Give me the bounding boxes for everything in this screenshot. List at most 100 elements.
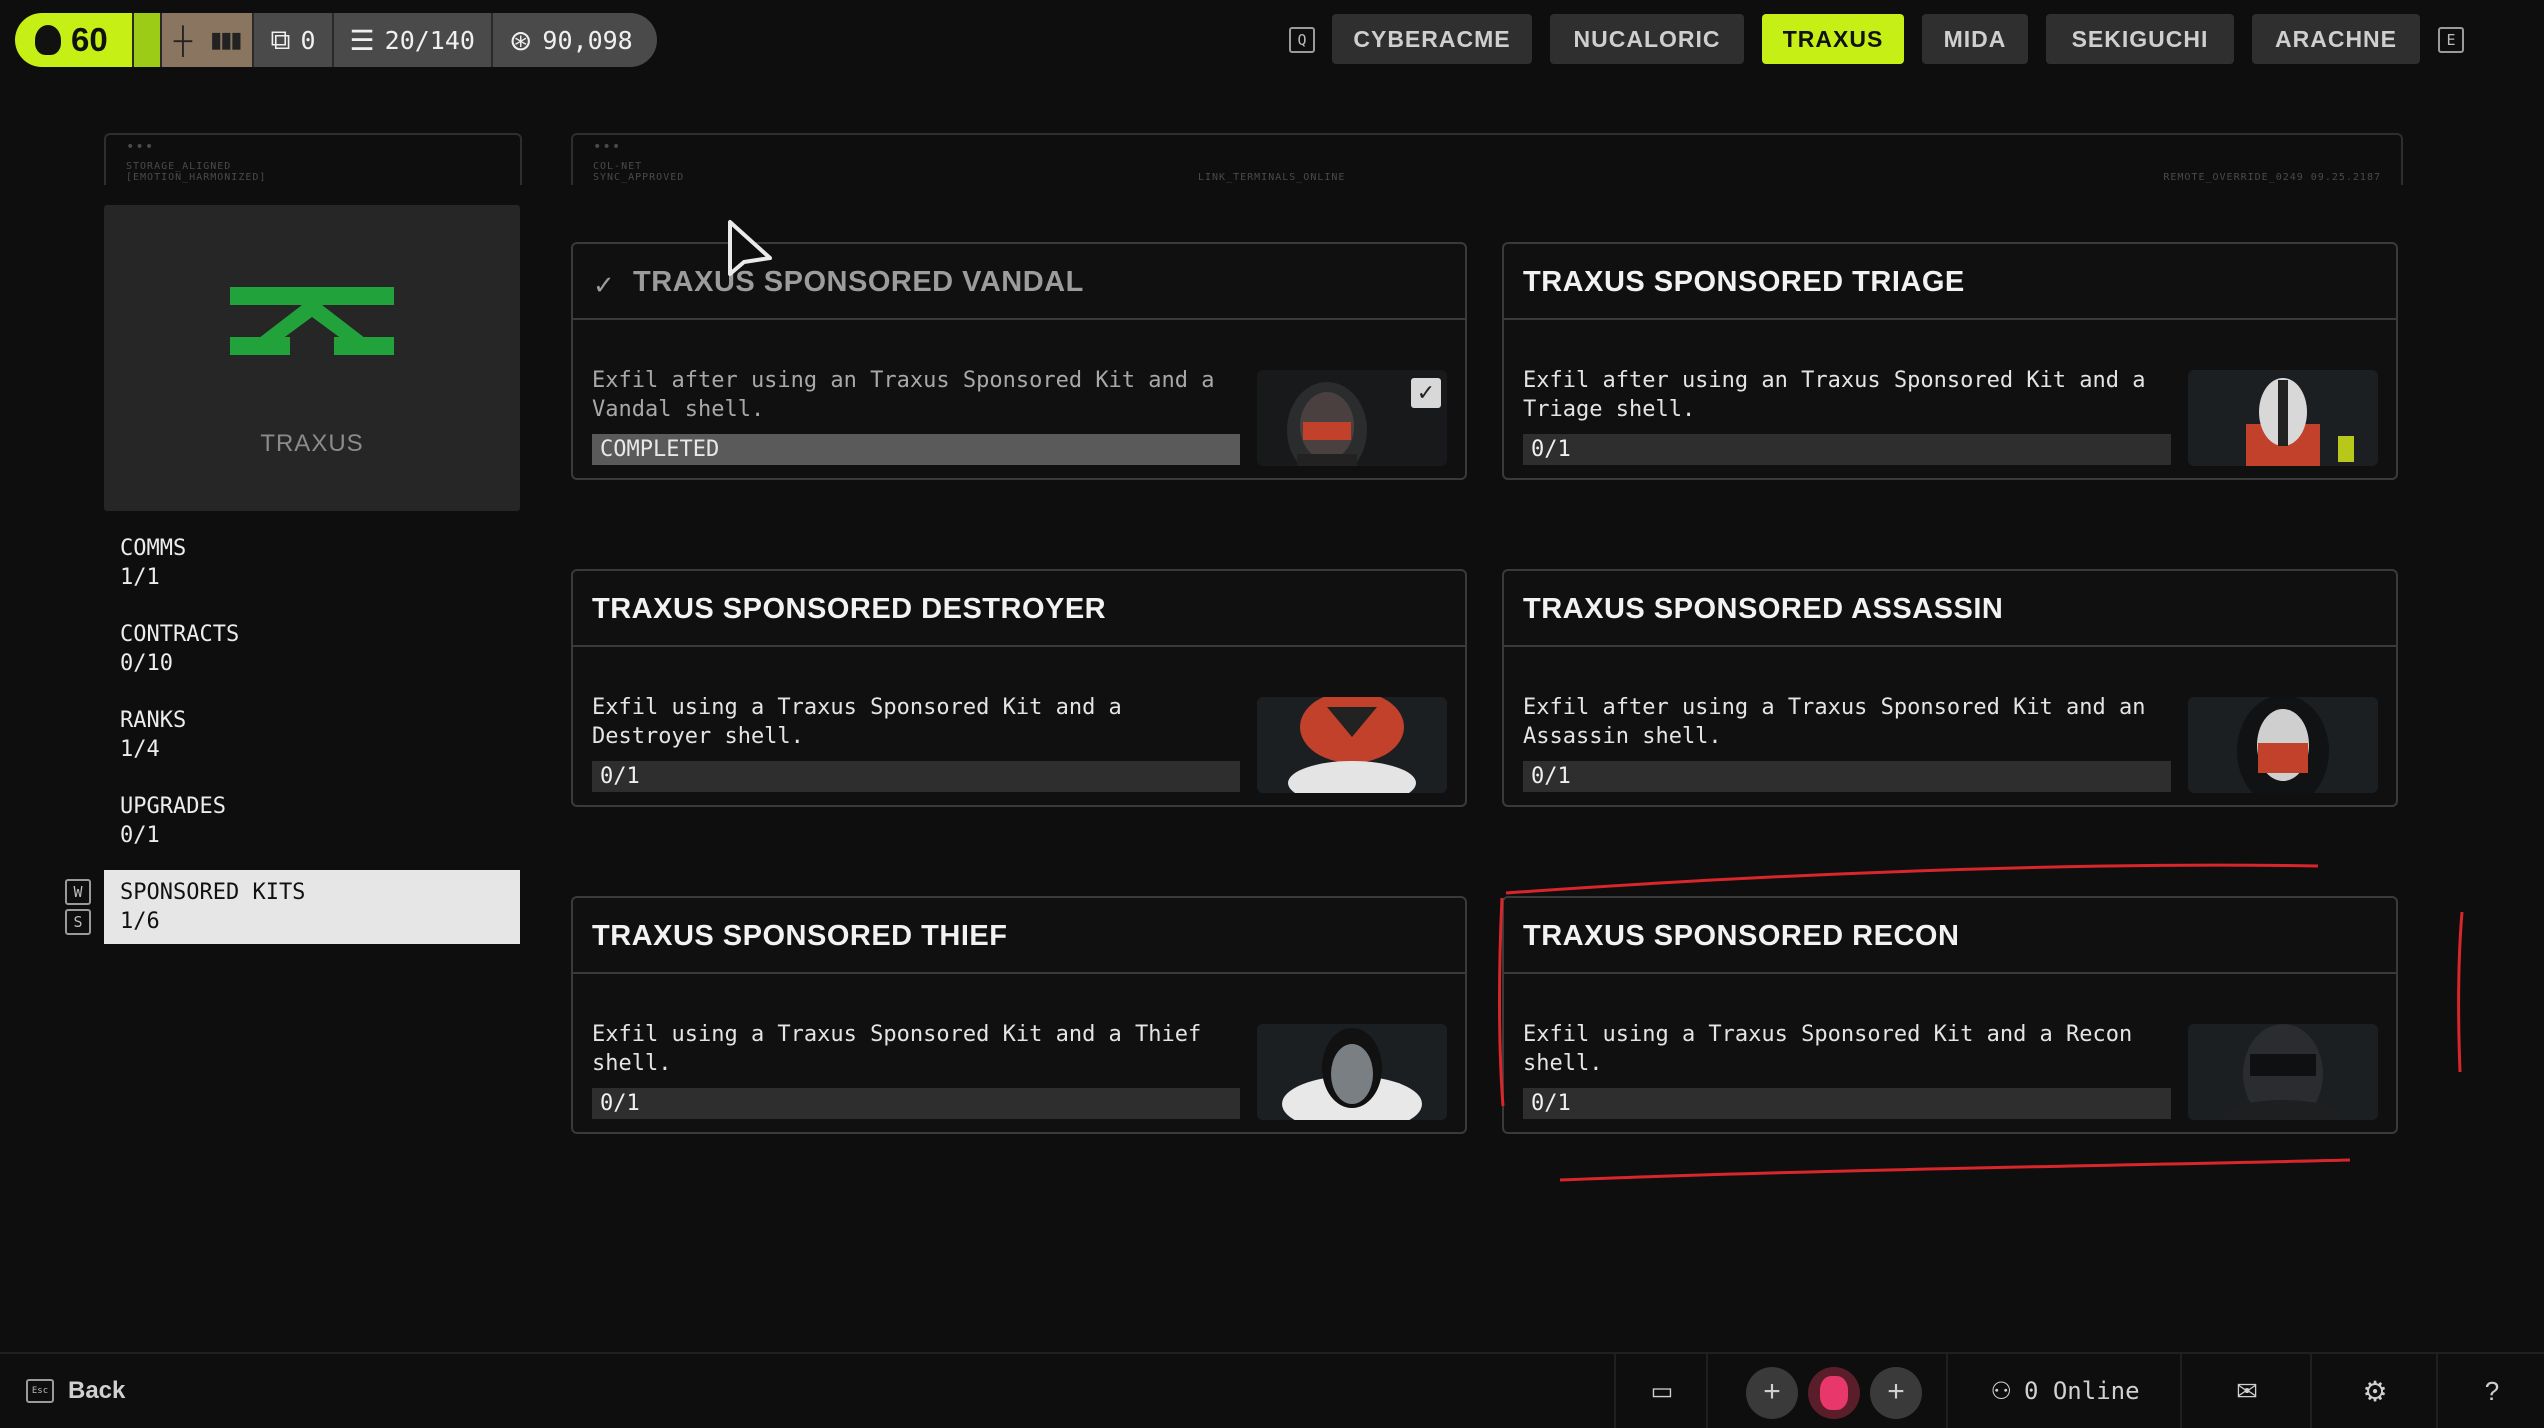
sidebar-item-count: 0/1 — [120, 823, 160, 848]
triage-portrait — [2188, 370, 2378, 466]
sidebar-item-count: 1/4 — [120, 737, 160, 762]
kit-card-destroyer[interactable]: TRAXUS SPONSORED DESTROYER Exfil using a… — [571, 569, 1467, 807]
card-title: TRAXUS SPONSORED DESTROYER — [592, 593, 1107, 625]
decor-text: [EMOTION_HARMONIZED] — [126, 172, 267, 183]
settings-button[interactable]: ⚙ — [2310, 1354, 2438, 1428]
storage-stat[interactable]: ⧉ 0 — [252, 13, 332, 67]
kit-card-recon[interactable]: TRAXUS SPONSORED RECON Exfil using a Tra… — [1502, 896, 2398, 1134]
add-party-member-button[interactable]: + — [1870, 1367, 1922, 1419]
sidebar-item-count: 1/1 — [120, 565, 160, 590]
loadout-icons[interactable]: ┼ ▮▮▮ — [159, 13, 253, 67]
card-title: TRAXUS SPONSORED THIEF — [592, 920, 1008, 952]
decor-text: STORAGE_ALIGNED — [126, 161, 232, 172]
sidebar-item-contracts[interactable]: CONTRACTS 0/10 — [104, 612, 520, 686]
level-badge: 60 — [15, 13, 132, 67]
next-faction-key[interactable]: E — [2438, 27, 2464, 53]
card-description: Exfil after using an Traxus Sponsored Ki… — [592, 368, 1215, 422]
player-avatar[interactable] — [1808, 1367, 1860, 1419]
card-title: TRAXUS SPONSORED ASSASSIN — [1523, 593, 2004, 625]
esc-key: Esc — [26, 1379, 54, 1403]
progress-bar: 0/1 — [1523, 434, 2171, 465]
progress-text: 0/1 — [600, 764, 640, 789]
card-description: Exfil after using a Traxus Sponsored Kit… — [1523, 695, 2146, 749]
sidebar-item-label: SPONSORED KITS — [120, 880, 306, 905]
progress-bar: 0/1 — [1523, 761, 2171, 792]
chat-icon: ▭ — [1650, 1377, 1674, 1405]
decor-text: LINK_TERMINALS_ONLINE — [1198, 172, 1346, 183]
tab-arachne[interactable]: ARACHNE — [2252, 14, 2420, 64]
sidebar-item-count: 1/6 — [120, 909, 160, 934]
annotation-stroke — [2457, 911, 2464, 1073]
annotation-stroke — [1505, 863, 2319, 895]
destroyer-portrait — [1257, 697, 1447, 793]
kit-card-thief[interactable]: TRAXUS SPONSORED THIEF Exfil using a Tra… — [571, 896, 1467, 1134]
sidebar-item-upgrades[interactable]: UPGRADES 0/1 — [104, 784, 520, 858]
sidebar-item-sponsored-kits[interactable]: SPONSORED KITS 1/6 — [104, 870, 520, 944]
decor-text: SYNC_APPROVED — [593, 172, 685, 183]
tab-traxus[interactable]: TRAXUS — [1762, 14, 1904, 64]
tab-sekiguchi[interactable]: SEKIGUCHI — [2046, 14, 2234, 64]
progress-text: 0/1 — [1531, 437, 1571, 462]
nav-up-key[interactable]: W — [65, 879, 91, 905]
faction-tabs: Q CYBERACME NUCALORIC TRAXUS MIDA SEKIGU… — [1284, 14, 2544, 66]
decor-dots: ••• — [126, 139, 155, 155]
back-button[interactable]: Esc Back — [26, 1354, 136, 1428]
nav-down-key[interactable]: S — [65, 909, 91, 935]
card-header: TRAXUS SPONSORED ASSASSIN — [1504, 571, 2396, 647]
capacity-stat[interactable]: ☰ 20/140 — [331, 13, 491, 67]
decor-dots: ••• — [593, 139, 622, 155]
avatar-icon — [1820, 1376, 1848, 1410]
mail-button[interactable]: ✉ — [2180, 1354, 2312, 1428]
tab-nucaloric[interactable]: NUCALORIC — [1550, 14, 1744, 64]
portrait-icon — [2246, 378, 2354, 466]
player-stats-bar: 60 ┼ ▮▮▮ ⧉ 0 ☰ 20/140 ⊛ 90,098 — [15, 13, 657, 67]
bottom-bar: Esc Back ▭ + + ⚇ 0 Online ✉ ⚙ ? — [0, 1352, 2544, 1428]
storage-icon: ⧉ — [270, 23, 291, 55]
decor-frame-left: ••• STORAGE_ALIGNED [EMOTION_HARMONIZED] — [104, 133, 522, 185]
card-header: TRAXUS SPONSORED THIEF — [573, 898, 1465, 974]
card-description: Exfil using a Traxus Sponsored Kit and a… — [1523, 1022, 2133, 1076]
kit-card-assassin[interactable]: TRAXUS SPONSORED ASSASSIN Exfil after us… — [1502, 569, 2398, 807]
tab-cyberacme[interactable]: CYBERACME — [1332, 14, 1532, 64]
traxus-logo-icon — [230, 287, 394, 355]
back-label: Back — [68, 1377, 126, 1404]
level-progress — [131, 13, 160, 67]
sidebar-item-label: CONTRACTS — [120, 622, 240, 647]
progress-text: 0/1 — [1531, 1091, 1571, 1116]
credits-icon: ⊛ — [508, 24, 533, 56]
progress-text: COMPLETED — [600, 437, 720, 462]
chat-button[interactable]: ▭ — [1614, 1354, 1708, 1428]
decor-frame-right: ••• COL-NET SYNC_APPROVED LINK_TERMINALS… — [571, 133, 2403, 185]
progress-bar: 0/1 — [1523, 1088, 2171, 1119]
card-description: Exfil after using an Traxus Sponsored Ki… — [1523, 368, 2146, 422]
kit-card-vandal[interactable]: ✓ TRAXUS SPONSORED VANDAL Exfil after us… — [571, 242, 1467, 480]
credits-value: 90,098 — [542, 25, 633, 55]
decor-text: REMOTE_OVERRIDE_0249 09.25.2187 — [2163, 172, 2381, 183]
decor-text: COL-NET — [593, 161, 643, 172]
thief-portrait — [1257, 1024, 1447, 1120]
sidebar-item-label: COMMS — [120, 536, 187, 561]
gear-icon: ⚙ — [2362, 1375, 2388, 1407]
party-slots: + + — [1706, 1354, 1948, 1428]
sidebar-item-ranks[interactable]: RANKS 1/4 — [104, 698, 520, 772]
sidebar-item-comms[interactable]: COMMS 1/1 — [104, 526, 520, 600]
add-party-member-button[interactable]: + — [1746, 1367, 1798, 1419]
help-icon: ? — [2484, 1375, 2500, 1406]
prev-faction-key[interactable]: Q — [1289, 27, 1315, 53]
sidebar-item-count: 0/10 — [120, 651, 173, 676]
kit-card-triage[interactable]: TRAXUS SPONSORED TRIAGE Exfil after usin… — [1502, 242, 2398, 480]
credits-stat[interactable]: ⊛ 90,098 — [490, 13, 657, 67]
card-header: TRAXUS SPONSORED TRIAGE — [1504, 244, 2396, 320]
portrait-icon — [1288, 697, 1416, 793]
mouse-cursor-icon — [728, 220, 772, 276]
portrait-icon — [1282, 1028, 1422, 1120]
friends-online-button[interactable]: ⚇ 0 Online — [1946, 1354, 2182, 1428]
help-button[interactable]: ? — [2436, 1354, 2544, 1428]
recon-portrait — [2188, 1024, 2378, 1120]
capacity-value: 20/140 — [384, 25, 475, 55]
progress-text: 0/1 — [600, 1091, 640, 1116]
card-header: TRAXUS SPONSORED DESTROYER — [573, 571, 1465, 647]
level-icon — [35, 25, 61, 55]
tab-mida[interactable]: MIDA — [1922, 14, 2028, 64]
portrait-icon — [2237, 697, 2329, 793]
